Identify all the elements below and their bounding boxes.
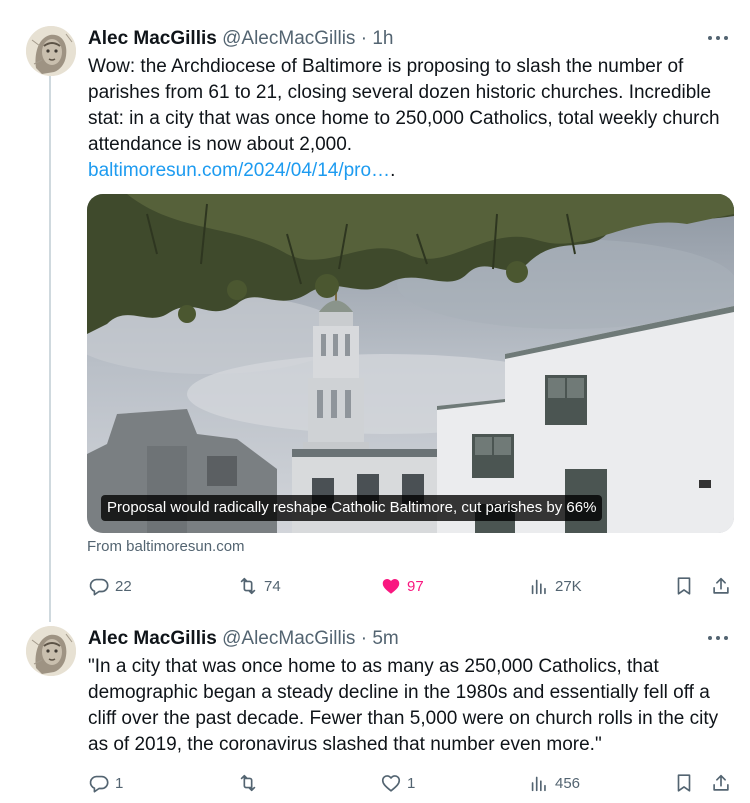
action-bar: 1 1 456 — [0, 769, 750, 797]
reply-count: 1 — [115, 774, 124, 792]
tweet-link[interactable]: baltimoresun.com/2024/04/14/pro… — [88, 160, 390, 181]
timestamp[interactable]: 1h — [372, 28, 393, 49]
separator: · — [360, 628, 368, 649]
more-icon[interactable] — [708, 632, 732, 644]
heart-icon — [381, 775, 401, 792]
more-icon[interactable] — [708, 32, 732, 44]
views-icon — [531, 579, 546, 595]
bookmark-icon — [677, 774, 691, 792]
reply-icon — [89, 578, 109, 596]
tweet-text-content: Wow: the Archdiocese of Baltimore is pro… — [88, 56, 720, 155]
repost-count: 74 — [264, 577, 281, 595]
author-name[interactable]: Alec MacGillis — [88, 628, 217, 649]
share-icon — [713, 774, 729, 791]
heart-icon — [382, 578, 400, 594]
tweet-header: Alec MacGillis @AlecMacGillis · 1h — [88, 27, 393, 51]
link-card[interactable]: Proposal would radically reshape Catholi… — [87, 194, 734, 533]
share-icon — [713, 577, 729, 594]
bookmark-icon — [677, 577, 691, 595]
like-count: 97 — [407, 577, 424, 595]
card-caption: Proposal would radically reshape Catholi… — [101, 495, 603, 521]
views-icon — [531, 776, 546, 792]
avatar[interactable] — [26, 26, 76, 76]
reply-count: 22 — [115, 577, 132, 595]
like-count: 1 — [407, 774, 416, 792]
share-button[interactable] — [710, 769, 732, 797]
views-count: 27K — [555, 577, 582, 595]
reply-button[interactable]: 22 — [88, 572, 132, 600]
author-name[interactable]: Alec MacGillis — [88, 28, 217, 49]
card-image — [87, 194, 734, 533]
bookmark-button[interactable] — [673, 769, 695, 797]
link-suffix: . — [390, 160, 396, 181]
repost-button[interactable] — [237, 769, 264, 797]
repost-icon — [240, 577, 256, 595]
views-button[interactable]: 456 — [528, 769, 580, 797]
like-button[interactable]: 1 — [380, 769, 415, 797]
action-bar: 22 74 97 27K — [0, 572, 750, 600]
tweet-text: "In a city that was once home to as many… — [88, 656, 719, 755]
tweet-text: Wow: the Archdiocese of Baltimore is pro… — [88, 54, 733, 184]
author-handle[interactable]: @AlecMacGillis — [222, 628, 355, 649]
reply-button[interactable]: 1 — [88, 769, 123, 797]
share-button[interactable] — [710, 572, 732, 600]
tweet-header: Alec MacGillis @AlecMacGillis · 5m — [88, 627, 399, 651]
tweet[interactable]: Alec MacGillis @AlecMacGillis · 5m "In a… — [0, 612, 750, 803]
like-button[interactable]: 97 — [380, 572, 424, 600]
separator: · — [360, 28, 368, 49]
views-button[interactable]: 27K — [528, 572, 582, 600]
bookmark-button[interactable] — [673, 572, 695, 600]
views-count: 456 — [555, 774, 581, 792]
timestamp[interactable]: 5m — [372, 628, 398, 649]
card-source[interactable]: From baltimoresun.com — [87, 538, 245, 555]
tweet[interactable]: Alec MacGillis @AlecMacGillis · 1h Wow: … — [0, 12, 750, 610]
author-handle[interactable]: @AlecMacGillis — [222, 28, 355, 49]
reply-icon — [89, 775, 109, 793]
avatar[interactable] — [26, 626, 76, 676]
repost-button[interactable]: 74 — [237, 572, 281, 600]
repost-icon — [240, 774, 256, 792]
